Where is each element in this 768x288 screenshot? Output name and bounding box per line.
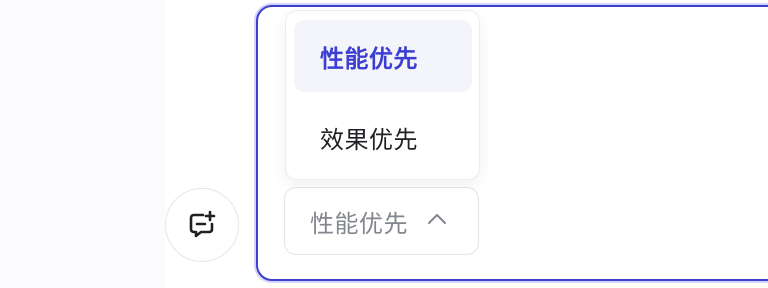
mode-select-value: 性能优先 [310, 209, 408, 238]
mode-dropdown-menu: 性能优先 效果优先 [285, 10, 480, 180]
sidebar-panel [0, 0, 165, 288]
menu-item-label: 性能优先 [320, 44, 418, 73]
new-chat-button[interactable] [165, 188, 239, 262]
chat-plus-icon [189, 210, 216, 238]
menu-item-performance-first[interactable]: 性能优先 [294, 20, 472, 92]
menu-item-quality-first[interactable]: 效果优先 [294, 101, 472, 173]
mode-select[interactable]: 性能优先 [284, 187, 479, 255]
menu-item-label: 效果优先 [320, 125, 418, 154]
chevron-up-icon [428, 214, 446, 224]
